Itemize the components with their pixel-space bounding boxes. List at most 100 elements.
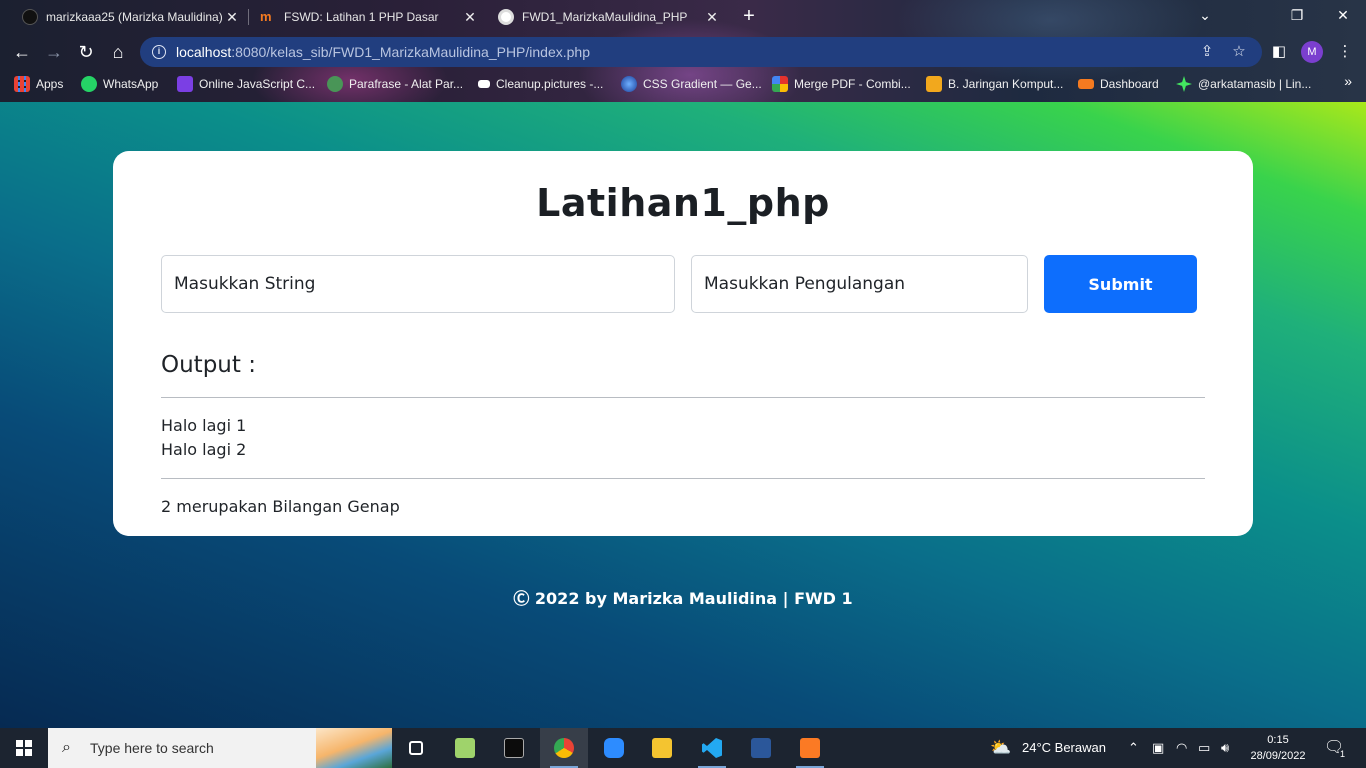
repeat-count-input[interactable] — [691, 255, 1028, 313]
site-info-icon[interactable]: i — [152, 45, 166, 59]
bookmark-linktree[interactable]: @arkatamasib | Lin... — [1176, 75, 1311, 93]
browser-chrome: marizkaaa25 (Marizka Maulidina) ✕ m FSWD… — [0, 0, 1366, 102]
weather-icon[interactable]: ⛅ — [990, 728, 1011, 768]
main-card: Latihan1_php Submit Output : Halo lagi 1… — [113, 151, 1253, 536]
submit-button[interactable]: Submit — [1044, 255, 1197, 313]
page-title: Latihan1_php — [536, 181, 830, 225]
menu-kebab-icon[interactable]: ⋮ — [1334, 41, 1356, 63]
share-icon[interactable]: ⇪ — [1198, 43, 1216, 61]
bookmark-label: B. Jaringan Komput... — [948, 77, 1064, 91]
dicoding-icon — [1078, 79, 1094, 89]
tab-fwd1[interactable]: FWD1_MarizkaMaulidina_PHP ✕ — [490, 0, 726, 34]
tab-divider — [248, 9, 249, 25]
notepadpp-glyph — [455, 738, 475, 758]
bookmark-dashboard[interactable]: Dashboard — [1078, 75, 1159, 93]
new-tab-button[interactable]: + — [738, 5, 760, 27]
chrome-icon[interactable] — [540, 728, 588, 768]
file-explorer-icon[interactable] — [638, 728, 686, 768]
close-icon[interactable]: ✕ — [462, 9, 478, 25]
bookmark-star-icon[interactable]: ☆ — [1230, 43, 1248, 61]
restore-window-button[interactable]: ❐ — [1274, 0, 1320, 30]
close-icon[interactable]: ✕ — [224, 9, 240, 25]
tray-overflow-icon[interactable]: ⌃ — [1128, 728, 1139, 768]
taskbar: ⌕ Type here to search ⛅ 24°C Berawan ⌃ ▣… — [0, 728, 1366, 768]
vscode-glyph — [702, 738, 722, 758]
dicoding-icon: m — [260, 9, 272, 24]
home-icon[interactable]: ⌂ — [106, 41, 130, 63]
folder-glyph — [652, 738, 672, 758]
clock-date: 28/09/2022 — [1250, 750, 1306, 762]
bookmark-label: Cleanup.pictures -... — [496, 77, 604, 91]
bookmark-whatsapp[interactable]: WhatsApp — [81, 75, 158, 93]
back-icon[interactable]: ← — [10, 41, 34, 63]
tab-label: FSWD: Latihan 1 PHP Dasar — [284, 10, 439, 24]
url-path: :8080/kelas_sib/FWD1_MarizkaMaulidina_PH… — [231, 44, 591, 60]
search-highlight-image — [316, 728, 392, 768]
123doc-icon — [926, 76, 942, 92]
bookmark-label: Online JavaScript C... — [199, 77, 316, 91]
terminal-icon[interactable] — [490, 728, 538, 768]
search-icon: ⌕ — [62, 739, 71, 756]
cleanup-icon — [478, 80, 490, 88]
volume-icon[interactable]: 🔊︎ — [1221, 728, 1229, 768]
page-background: Latihan1_php Submit Output : Halo lagi 1… — [0, 102, 1366, 728]
bookmark-cleanup[interactable]: Cleanup.pictures -... — [478, 75, 603, 93]
tab-fswd[interactable]: m FSWD: Latihan 1 PHP Dasar ✕ — [252, 0, 484, 34]
battery-icon[interactable]: ▭ — [1198, 728, 1210, 768]
word-glyph — [751, 738, 771, 758]
result-text: 2 merupakan Bilangan Genap — [161, 497, 400, 516]
bookmark-merge-pdf[interactable]: Merge PDF - Combi... — [772, 75, 911, 93]
bookmark-label: Apps — [36, 77, 64, 91]
bookmark-label: CSS Gradient — Ge... — [643, 77, 762, 91]
forward-icon[interactable]: → — [42, 41, 66, 63]
bookmark-jaringan[interactable]: B. Jaringan Komput... — [926, 75, 1063, 93]
page-footer: Ⓒ 2022 by Marizka Maulidina | FWD 1 — [513, 589, 853, 608]
zoom-icon[interactable] — [590, 728, 638, 768]
css-gradient-icon — [621, 76, 637, 92]
zoom-glyph — [604, 738, 624, 758]
tab-github[interactable]: marizkaaa25 (Marizka Maulidina) ✕ — [14, 0, 246, 34]
bookmark-label: @arkatamasib | Lin... — [1198, 77, 1312, 91]
divider — [161, 478, 1205, 479]
notepadpp-icon[interactable] — [441, 728, 489, 768]
weather-text[interactable]: 24°C Berawan — [1022, 728, 1106, 768]
search-placeholder: Type here to search — [90, 740, 214, 756]
vscode-icon[interactable] — [688, 728, 736, 768]
meet-now-icon[interactable]: ▣ — [1152, 728, 1164, 768]
bookmark-parafrase[interactable]: Parafrase - Alat Par... — [327, 75, 463, 93]
string-input[interactable] — [161, 255, 675, 313]
globe-icon — [498, 9, 514, 25]
bookmark-css-gradient[interactable]: CSS Gradient — Ge... — [621, 75, 762, 93]
clock-time: 0:15 — [1267, 734, 1289, 746]
taskbar-search-input[interactable]: ⌕ Type here to search — [48, 728, 392, 768]
profile-avatar[interactable]: M — [1301, 41, 1323, 63]
whatsapp-icon — [81, 76, 97, 92]
bookmark-label: Parafrase - Alat Par... — [349, 77, 464, 91]
merge-pdf-icon — [772, 76, 788, 92]
reload-icon[interactable]: ↻ — [74, 41, 98, 63]
bookmark-apps[interactable]: Apps — [14, 75, 63, 93]
bookmark-label: Merge PDF - Combi... — [794, 77, 911, 91]
bookmark-label: Dashboard — [1100, 77, 1159, 91]
terminal-glyph — [504, 738, 524, 758]
windows-start-icon[interactable] — [0, 728, 48, 768]
wifi-icon[interactable]: ◠ — [1176, 728, 1187, 768]
tab-label: marizkaaa25 (Marizka Maulidina) — [46, 10, 223, 24]
word-icon[interactable] — [737, 728, 785, 768]
xampp-icon[interactable] — [786, 728, 834, 768]
bookmarks-overflow-icon[interactable]: » — [1344, 73, 1352, 89]
task-view-icon[interactable] — [392, 728, 440, 768]
taskbar-clock[interactable]: 0:15 28/09/2022 — [1244, 732, 1312, 764]
github-icon — [22, 9, 38, 25]
address-bar[interactable]: i localhost:8080/kelas_sib/FWD1_MarizkaM… — [140, 37, 1262, 67]
close-window-button[interactable]: ✕ — [1320, 0, 1366, 30]
output-line: Halo lagi 1 — [161, 416, 247, 435]
side-panel-icon[interactable]: ◧ — [1268, 41, 1290, 63]
tab-search-button[interactable]: ⌄ — [1182, 0, 1228, 30]
bookmark-label: WhatsApp — [103, 77, 159, 91]
bookmark-js-compiler[interactable]: Online JavaScript C... — [177, 75, 315, 93]
tab-label: FWD1_MarizkaMaulidina_PHP — [522, 10, 688, 24]
bookmarks-bar: Apps WhatsApp Online JavaScript C... Par… — [0, 70, 1366, 98]
close-icon[interactable]: ✕ — [704, 9, 720, 25]
output-line: Halo lagi 2 — [161, 440, 247, 459]
